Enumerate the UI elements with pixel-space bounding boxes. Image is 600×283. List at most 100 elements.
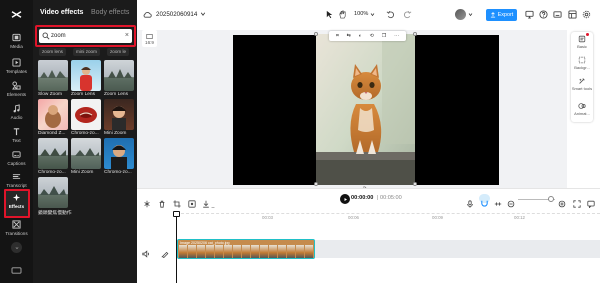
rail-item-text[interactable]: Text: [0, 125, 33, 149]
tool-smart-tools[interactable]: Smart tools: [571, 77, 593, 91]
rail-item-audio[interactable]: Audio: [0, 102, 33, 126]
capcut-logo-icon[interactable]: [11, 6, 22, 18]
effect-tile-zoom-lens-2[interactable]: [104, 60, 134, 91]
fit-screen-icon[interactable]: [573, 195, 581, 208]
crop-icon[interactable]: ⌗: [336, 33, 339, 39]
clip-frame: [260, 245, 268, 258]
effect-tile-mini-zoom[interactable]: [104, 99, 134, 130]
total-time: | 00:05:00: [377, 195, 402, 201]
rail-item-elements[interactable]: Elements: [0, 79, 33, 103]
zoom-in-icon[interactable]: [558, 195, 566, 208]
tab-body-effects[interactable]: Body effects: [91, 9, 129, 16]
notification-dot: [586, 33, 589, 36]
hand-icon[interactable]: [338, 10, 347, 19]
tool-label: Backgr...: [574, 65, 590, 70]
export-button[interactable]: Export: [486, 9, 517, 21]
tool-basic[interactable]: Basic: [571, 35, 593, 49]
effect-tile-mini-zoom-2[interactable]: [71, 138, 101, 169]
resize-handle-bottom-left[interactable]: [314, 182, 318, 186]
effect-tile-chromo-zoom-2[interactable]: [38, 138, 68, 169]
freeze-icon[interactable]: [188, 195, 196, 208]
clip-frame: [269, 245, 277, 258]
resize-handle-top-right[interactable]: [413, 32, 417, 36]
aspect-ratio-button[interactable]: 16:9: [142, 30, 157, 47]
chip-zoom-le[interactable]: zoom le: [107, 48, 130, 56]
tool-label: Smart tools: [571, 86, 593, 91]
tick-label: 00:06: [348, 215, 359, 220]
undo-icon[interactable]: [386, 10, 395, 19]
smart-tools-icon: [579, 78, 585, 84]
mute-audio-icon[interactable]: [142, 245, 150, 258]
clip-frame: [305, 245, 313, 258]
effect-tile-diamond-zoom[interactable]: [38, 99, 68, 130]
video-clip[interactable]: Image 20250206 cat_photo.jpg: [177, 239, 315, 259]
more-icon[interactable]: ⋯: [394, 33, 399, 39]
keyboard-icon[interactable]: [11, 262, 22, 274]
playhead[interactable]: [176, 212, 177, 283]
tool-animation[interactable]: Animat...: [571, 102, 593, 116]
comment-icon[interactable]: [587, 195, 595, 209]
flip-icon[interactable]: ⇆: [347, 33, 351, 39]
split-icon[interactable]: [143, 195, 151, 208]
cloud-icon[interactable]: [143, 10, 152, 19]
rail-item-media[interactable]: Media: [0, 31, 33, 55]
replace-icon[interactable]: ⟲: [370, 33, 374, 39]
download-chevron-icon[interactable]: [211, 197, 215, 210]
search-input[interactable]: [51, 31, 119, 41]
project-title[interactable]: 202502060914: [156, 11, 197, 18]
resize-handle-bottom-right[interactable]: [413, 182, 417, 186]
play-button[interactable]: [340, 194, 350, 204]
rail-item-transitions[interactable]: Transitions: [0, 218, 33, 242]
link-icon[interactable]: [494, 195, 502, 206]
zoom-chevron-icon[interactable]: [370, 12, 375, 17]
time-ruler[interactable]: [176, 213, 600, 215]
tab-video-effects[interactable]: Video effects: [40, 9, 83, 16]
rail-item-templates[interactable]: Templates: [0, 56, 33, 80]
playhead-handle[interactable]: [173, 211, 180, 217]
lock-track-icon[interactable]: [161, 245, 169, 259]
effect-tile-zoom-lens[interactable]: [71, 60, 101, 91]
effect-label: Chromo-zo...: [38, 170, 66, 175]
cat-image[interactable]: [316, 34, 415, 185]
crop-tool-icon[interactable]: [173, 195, 181, 208]
delete-icon[interactable]: [158, 195, 166, 208]
zoom-out-icon[interactable]: [507, 195, 515, 208]
rail-label-text: Text: [12, 138, 21, 143]
rail-item-effects[interactable]: Effects: [0, 191, 33, 215]
magnet-icon[interactable]: [479, 194, 490, 207]
effects-panel: Video effects Body effects × zoom lens m…: [33, 0, 170, 283]
avatar[interactable]: [455, 9, 466, 20]
monitor-icon[interactable]: [525, 10, 534, 19]
redo-icon[interactable]: [403, 10, 412, 19]
select-pointer-icon[interactable]: [325, 10, 334, 19]
chip-mini-zoom[interactable]: mini zoom: [73, 48, 100, 56]
dropdown-chevron-icon[interactable]: [468, 12, 473, 17]
rail-label-audio: Audio: [10, 115, 23, 120]
search-box[interactable]: ×: [39, 29, 132, 43]
download-icon[interactable]: [202, 195, 210, 208]
effect-label: Mini Zoom: [71, 170, 94, 175]
clear-search-icon[interactable]: ×: [125, 30, 129, 42]
help-icon[interactable]: [539, 10, 548, 19]
templates-icon: [12, 58, 21, 67]
collapse-icon[interactable]: [11, 242, 22, 253]
chevron-down-icon[interactable]: [200, 11, 206, 17]
zoom-slider-knob[interactable]: [548, 196, 554, 202]
chip-zoom-lens[interactable]: zoom lens: [39, 48, 66, 56]
timeline: 00:03 00:06 00:09 00:12 Image 20250206 c…: [137, 208, 600, 283]
keyboard-shortcuts-icon[interactable]: [553, 10, 562, 19]
rail-item-captions[interactable]: Captions: [0, 148, 33, 172]
layer-icon[interactable]: ❐: [382, 33, 386, 39]
microphone-icon[interactable]: [466, 195, 474, 208]
settings-icon[interactable]: [582, 10, 591, 19]
mask-icon[interactable]: ◐: [359, 33, 362, 39]
tool-background[interactable]: Backgr...: [571, 56, 593, 70]
layout-icon[interactable]: [568, 10, 577, 19]
effect-tile-slow-zoom[interactable]: [38, 60, 68, 91]
zoom-level[interactable]: 100%: [354, 11, 368, 17]
effect-tile-chromo-zoom[interactable]: [71, 99, 101, 130]
effect-tile-slow-motion-zoom[interactable]: [38, 177, 68, 208]
resize-handle-top-left[interactable]: [314, 32, 318, 36]
clip-frame: [224, 245, 232, 258]
effect-tile-chromo-zoom-3[interactable]: [104, 138, 134, 169]
